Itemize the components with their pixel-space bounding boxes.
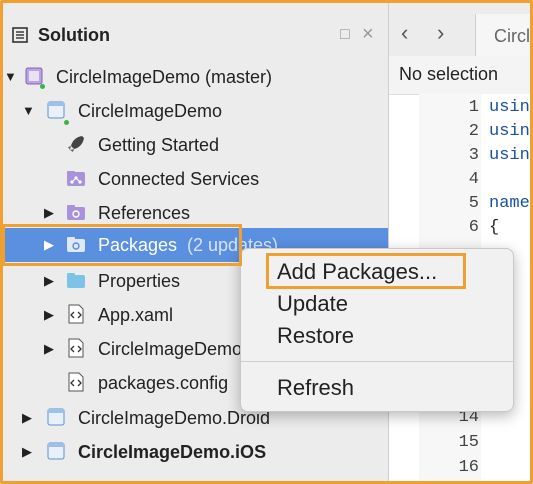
tree-item-getting-started[interactable]: Getting Started — [0, 128, 388, 162]
tree-item-label: CircleImageDemo.iOS — [78, 442, 267, 462]
tree-item-label: Properties — [98, 271, 181, 291]
git-status-icon — [64, 120, 69, 125]
collapsed-arrow-icon[interactable]: ▶ — [44, 273, 54, 289]
menu-separator — [241, 361, 513, 362]
line-number: 4 — [468, 170, 479, 189]
solution-panel-icon — [12, 27, 28, 43]
collapsed-arrow-icon[interactable]: ▶ — [22, 410, 32, 426]
code-file-icon — [68, 338, 84, 358]
tree-item-label: CircleImageDemo — [98, 339, 243, 359]
code-line: name — [489, 194, 530, 213]
editor-tab[interactable]: Circl — [475, 14, 533, 56]
expanded-arrow-icon[interactable]: ▼ — [22, 103, 35, 118]
line-number: 15 — [458, 433, 479, 452]
line-number: 1 — [468, 98, 479, 117]
tree-item-connected-services[interactable]: Connected Services — [0, 162, 388, 196]
references-folder-icon — [67, 205, 85, 220]
back-button[interactable]: ‹ — [401, 20, 408, 46]
project-icon — [47, 442, 65, 460]
line-number: 3 — [468, 146, 479, 165]
rocket-icon — [68, 136, 84, 152]
git-status-icon — [40, 84, 45, 89]
code-line: usin — [489, 98, 530, 117]
tree-item-label: App.xaml — [98, 305, 174, 325]
tree-item-ios-project[interactable]: ▶ CircleImageDemo.iOS — [0, 435, 388, 469]
project-icon — [47, 408, 65, 426]
tree-item-label: References — [98, 203, 191, 223]
line-number: 2 — [468, 122, 479, 141]
tree-item-label: Getting Started — [98, 135, 220, 155]
tree-item-label: CircleImageDemo (master) — [56, 67, 273, 87]
solution-icon — [25, 67, 43, 85]
tree-item-label: packages.config — [98, 373, 229, 393]
solution-header: Solution □ × — [0, 0, 388, 54]
code-file-icon — [68, 304, 84, 324]
connected-services-icon — [67, 171, 85, 186]
code-line: { — [489, 218, 500, 237]
line-number: 5 — [468, 194, 479, 213]
close-panel-button[interactable]: × — [362, 23, 374, 46]
forward-button[interactable]: › — [437, 20, 444, 46]
collapsed-arrow-icon[interactable]: ▶ — [44, 341, 54, 357]
line-number: 16 — [458, 458, 479, 477]
menu-item-restore[interactable]: Restore — [277, 323, 354, 349]
tree-item-solution[interactable]: ▼ CircleImageDemo (master) — [0, 60, 388, 94]
minimize-panel-button[interactable]: □ — [340, 26, 350, 44]
project-icon — [47, 101, 65, 119]
tree-item-label: Connected Services — [98, 169, 260, 189]
menu-item-update[interactable]: Update — [277, 291, 348, 317]
code-line: usin — [489, 122, 530, 141]
collapsed-arrow-icon[interactable]: ▶ — [22, 444, 32, 460]
add-packages-highlight-box — [266, 253, 466, 289]
tree-item-label: CircleImageDemo — [78, 101, 223, 121]
menu-item-refresh[interactable]: Refresh — [277, 375, 354, 401]
code-line: usin — [489, 146, 530, 165]
folder-icon — [67, 273, 85, 288]
collapsed-arrow-icon[interactable]: ▶ — [44, 205, 54, 221]
tree-item-project[interactable]: ▼ CircleImageDemo — [0, 94, 388, 128]
tree-item-label: CircleImageDemo.Droid — [78, 408, 271, 428]
no-selection-label: No selection — [399, 64, 499, 84]
editor-tab-label: Circl — [494, 26, 530, 46]
code-file-icon — [68, 372, 84, 392]
editor-tab-bar: ‹ › Circl — [389, 0, 533, 57]
path-bar[interactable]: No selection — [389, 56, 533, 95]
line-number: 6 — [468, 218, 479, 237]
solution-title: Solution — [38, 25, 110, 45]
collapsed-arrow-icon[interactable]: ▶ — [44, 307, 54, 323]
expanded-arrow-icon[interactable]: ▼ — [4, 69, 17, 84]
packages-highlight-box — [2, 224, 242, 266]
